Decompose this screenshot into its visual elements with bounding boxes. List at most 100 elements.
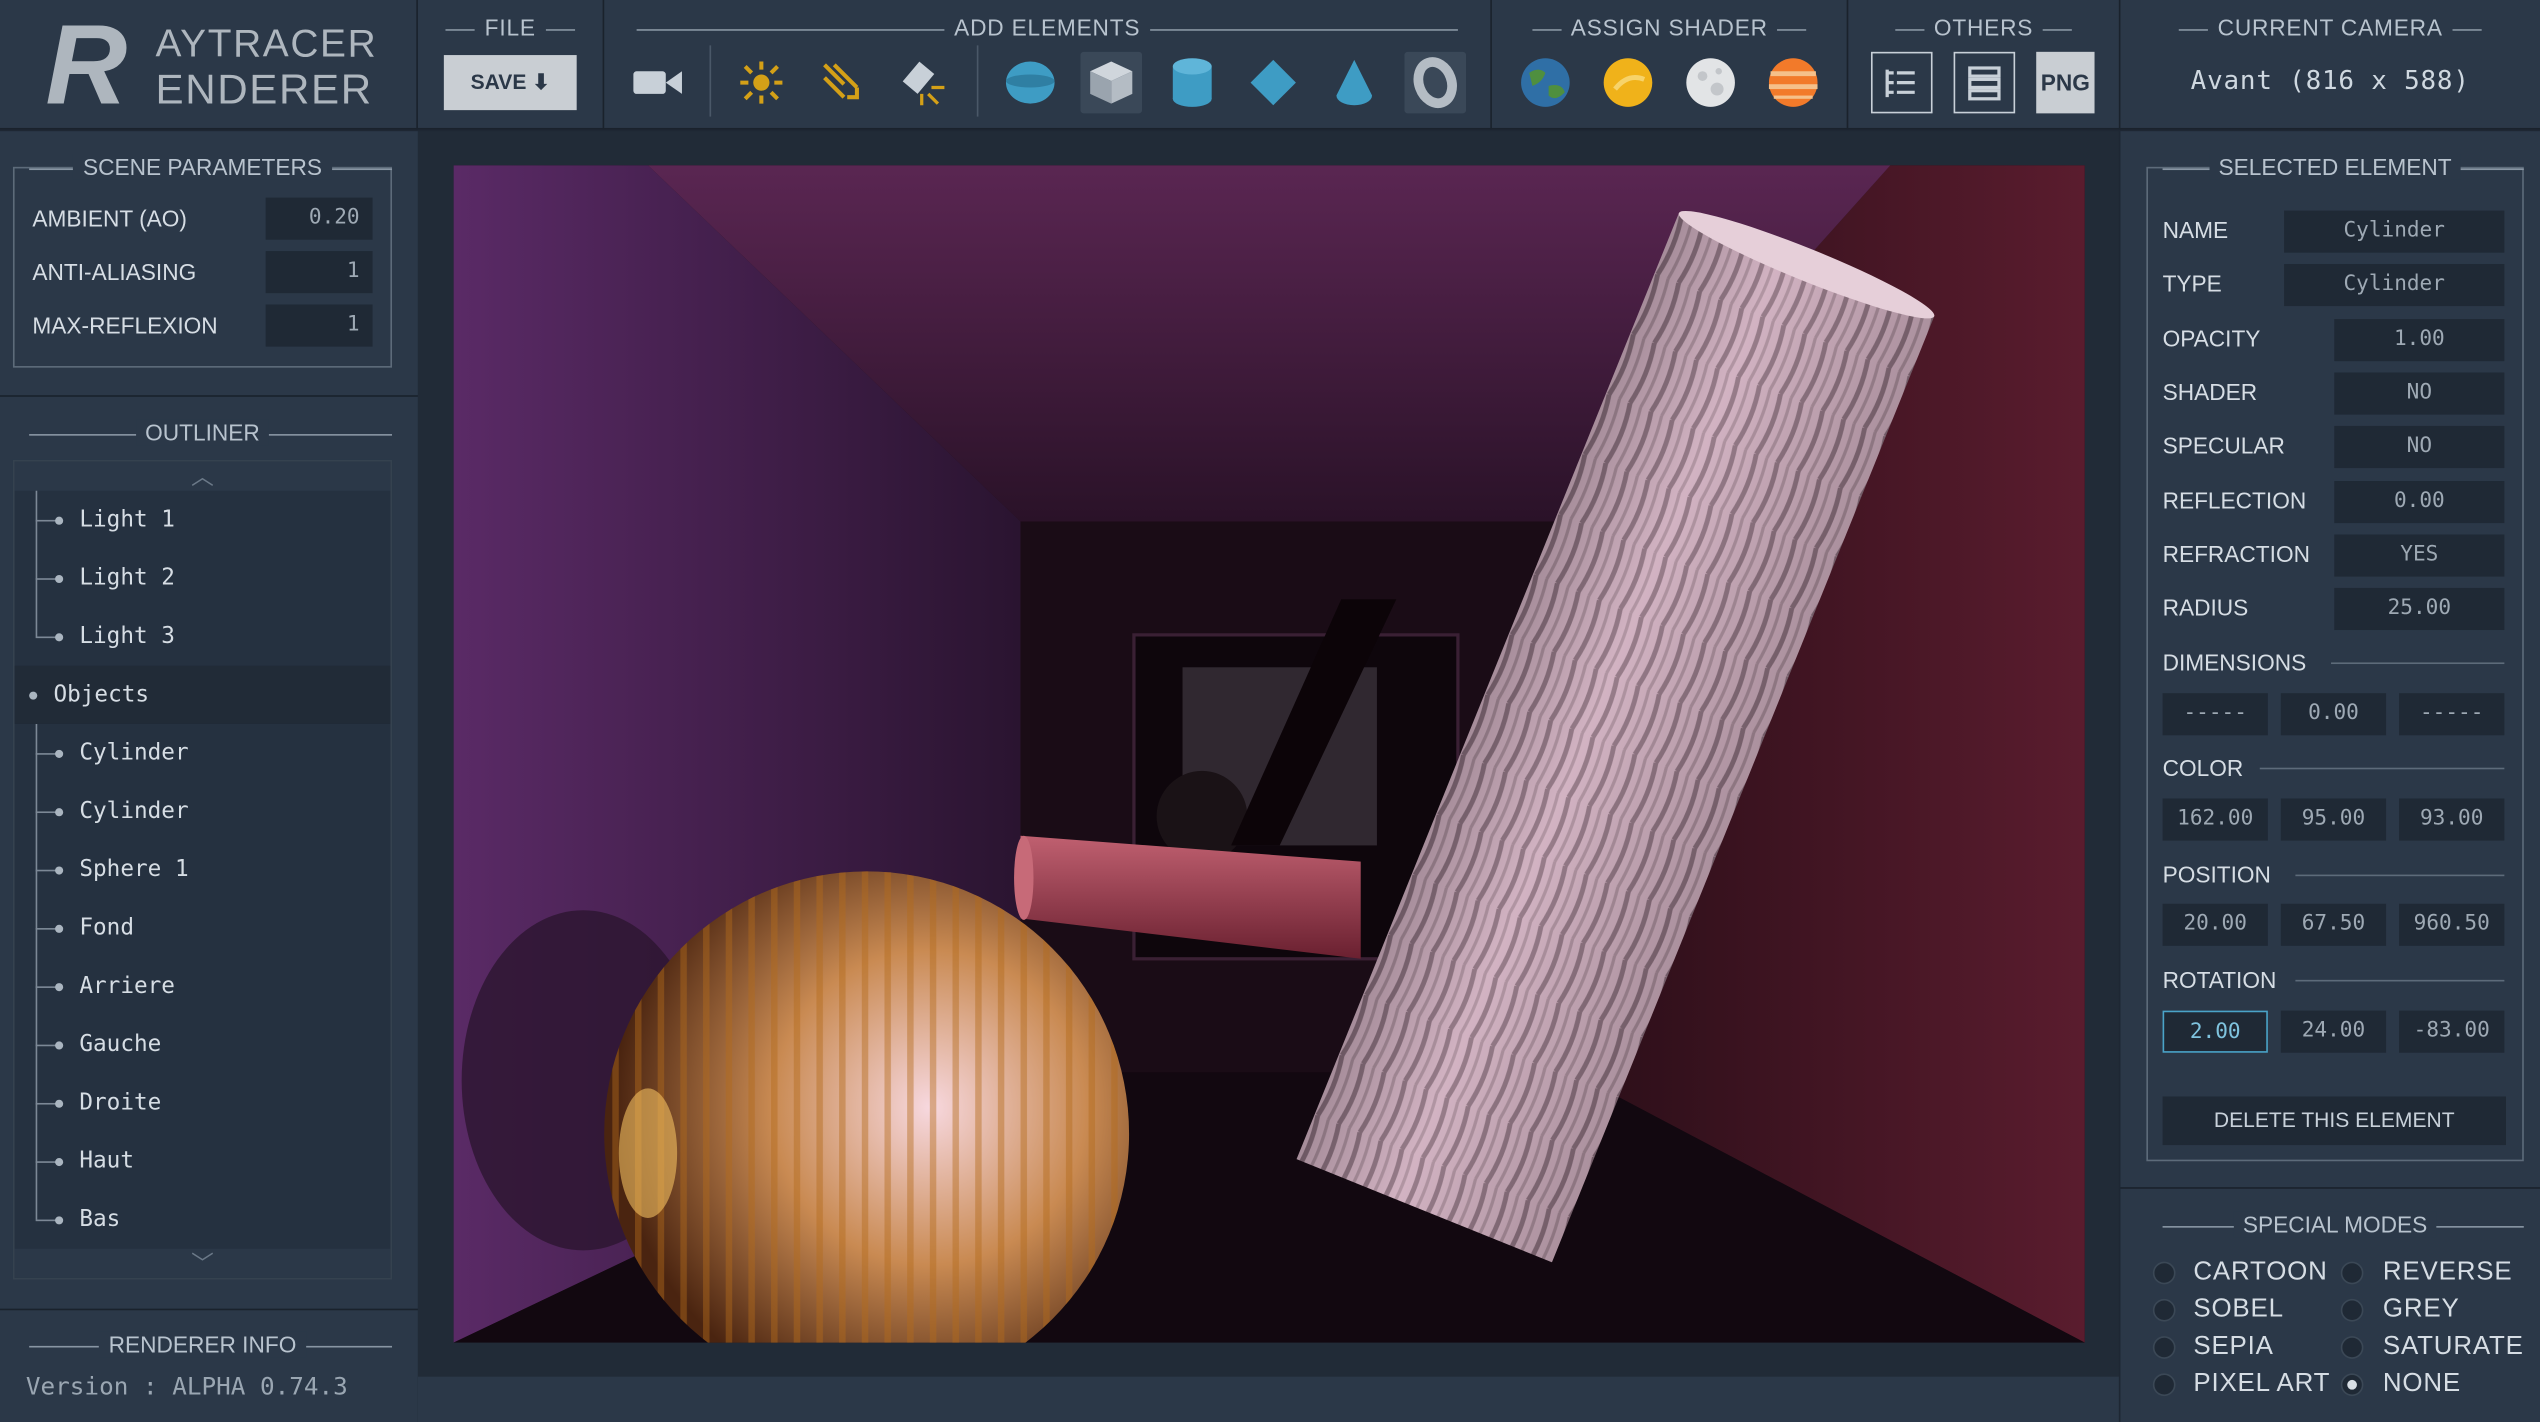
render-canvas[interactable]	[453, 165, 2085, 1343]
mode-none-radio[interactable]	[2340, 1373, 2364, 1397]
properties-toggle-icon[interactable]	[1953, 51, 2016, 114]
color-r-input[interactable]: 162.00	[2162, 798, 2268, 841]
download-icon: ⬇	[532, 69, 550, 94]
jupiter-shader-icon[interactable]	[1762, 52, 1824, 114]
mode-sobel-radio[interactable]	[2152, 1298, 2176, 1322]
max-reflexion-input[interactable]: 1	[265, 304, 373, 347]
reflection-label: REFLECTION	[2162, 487, 2307, 514]
outliner-item-light-3[interactable]: Light 3	[15, 607, 391, 665]
camera-select[interactable]: Avant (816 x 588)	[2120, 65, 2540, 96]
outliner-toggle-icon[interactable]	[1870, 51, 1933, 114]
png-export-button[interactable]: PNG	[2036, 51, 2095, 114]
dimension-z-input[interactable]: -----	[2399, 693, 2505, 736]
outliner-item-haut[interactable]: Haut	[15, 1132, 391, 1190]
version-text: Version : ALPHA 0.74.3	[25, 1371, 348, 1401]
radius-label: RADIUS	[2162, 594, 2249, 621]
outliner-title: OUTLINER	[13, 419, 393, 446]
add-plane-icon[interactable]	[999, 52, 1061, 114]
save-button[interactable]: SAVE ⬇	[443, 55, 577, 111]
specular-label: SPECULAR	[2162, 432, 2285, 459]
rotation-x-input[interactable]: 2.00	[2162, 1010, 2268, 1053]
others-title: OTHERS	[1848, 15, 2119, 41]
delete-element-button[interactable]: DELETE THIS ELEMENT	[2162, 1096, 2506, 1146]
dimension-x-input[interactable]: -----	[2162, 693, 2268, 736]
add-cone-icon[interactable]	[1323, 52, 1385, 114]
add-elements-title: ADD ELEMENTS	[604, 15, 1490, 41]
file-section: FILE SAVE ⬇	[418, 0, 605, 130]
add-spot-light-icon[interactable]	[893, 52, 955, 114]
add-cube-icon[interactable]	[1080, 51, 1143, 114]
earth-shader-icon[interactable]	[1515, 52, 1577, 114]
add-torus-icon[interactable]	[1404, 51, 1467, 114]
rotation-y-input[interactable]: 24.00	[2280, 1010, 2387, 1053]
name-input[interactable]: Cylinder	[2284, 210, 2505, 253]
outliner-item-cylinder-2[interactable]: Cylinder	[15, 782, 391, 840]
position-y-input[interactable]: 67.50	[2280, 903, 2387, 946]
type-field: Cylinder	[2284, 263, 2505, 307]
sun-shader-icon[interactable]	[1597, 52, 1659, 114]
position-label: POSITION	[2162, 861, 2271, 888]
scroll-up-icon[interactable]: ︿	[14, 461, 391, 491]
special-modes-title: SPECIAL MODES	[2146, 1211, 2524, 1238]
max-reflexion-row: MAX-REFLEXION 1	[32, 304, 373, 347]
rotation-z-input[interactable]: -83.00	[2399, 1010, 2505, 1053]
radius-input[interactable]: 25.00	[2334, 587, 2505, 631]
mode-sepia-radio[interactable]	[2152, 1336, 2176, 1359]
ambient-input[interactable]: 0.20	[265, 197, 373, 240]
add-elements-section: ADD ELEMENTS	[604, 0, 1492, 130]
outliner-item-light-1[interactable]: Light 1	[15, 491, 391, 549]
reflection-input[interactable]: 0.00	[2334, 481, 2505, 524]
selected-element-title: SELECTED ELEMENT	[2146, 153, 2524, 180]
top-toolbar: R AYTRACER ENDERER FILE SAVE ⬇ ADD ELEME…	[0, 0, 2540, 130]
antialiasing-input[interactable]: 1	[265, 251, 373, 294]
mode-sepia-label: SEPIA	[2193, 1332, 2274, 1361]
renderer-info-title: RENDERER INFO	[13, 1331, 393, 1358]
add-point-light-icon[interactable]	[731, 52, 793, 114]
logo-letter: R	[45, 1, 128, 128]
outliner-item-gauche[interactable]: Gauche	[15, 1015, 391, 1073]
mode-reverse-label: REVERSE	[2382, 1258, 2513, 1286]
dimension-y-input[interactable]: 0.00	[2280, 693, 2387, 736]
moon-shader-icon[interactable]	[1680, 52, 1742, 114]
outliner-item-droite[interactable]: Droite	[15, 1074, 391, 1132]
mode-grey-label: GREY	[2382, 1295, 2460, 1324]
outliner-item-arriere[interactable]: Arriere	[15, 957, 391, 1015]
outliner-item-cylinder-1[interactable]: Cylinder	[15, 724, 391, 782]
color-b-input[interactable]: 93.00	[2399, 798, 2505, 841]
name-label: NAME	[2162, 217, 2229, 243]
outliner-item-bas[interactable]: Bas	[15, 1190, 391, 1248]
outliner-item-light-2[interactable]: Light 2	[15, 549, 391, 607]
outliner-item-sphere-1[interactable]: Sphere 1	[15, 841, 391, 899]
right-panel: SELECTED ELEMENT NAME Cylinder TYPE Cyli…	[2120, 131, 2540, 1422]
add-diamond-icon[interactable]	[1242, 52, 1304, 114]
add-directional-light-icon[interactable]	[812, 52, 874, 114]
refraction-toggle[interactable]: YES	[2334, 534, 2505, 577]
camera-title: CURRENT CAMERA	[2120, 15, 2540, 41]
opacity-input[interactable]: 1.00	[2334, 319, 2505, 362]
mode-pixel-art-radio[interactable]	[2152, 1373, 2176, 1397]
mode-grey-radio[interactable]	[2340, 1298, 2364, 1322]
scroll-down-icon[interactable]: ﹀	[14, 1248, 391, 1278]
mode-saturate-radio[interactable]	[2340, 1336, 2364, 1359]
outliner-group-objects[interactable]: Objects	[14, 665, 391, 724]
mode-cartoon-radio[interactable]	[2152, 1261, 2176, 1285]
specular-toggle[interactable]: NO	[2334, 425, 2505, 469]
mode-pixel-art-label: PIXEL ART	[2193, 1370, 2331, 1398]
mode-reverse-radio[interactable]	[2340, 1261, 2364, 1285]
mode-saturate-label: SATURATE	[2382, 1332, 2524, 1361]
logo-line1: AYTRACER	[155, 22, 378, 67]
shader-toggle[interactable]: NO	[2334, 372, 2505, 415]
shader-label: SHADER	[2162, 378, 2258, 405]
position-z-input[interactable]: 960.50	[2399, 903, 2505, 946]
logo-section: R AYTRACER ENDERER	[0, 0, 418, 130]
left-panel: SCENE PARAMETERS AMBIENT (AO) 0.20 ANTI-…	[0, 131, 418, 1422]
dimensions-label: DIMENSIONS	[2162, 649, 2307, 676]
assign-shader-title: ASSIGN SHADER	[1492, 15, 1847, 41]
color-g-input[interactable]: 95.00	[2280, 798, 2387, 841]
add-camera-icon[interactable]	[627, 52, 689, 114]
add-cylinder-icon[interactable]	[1161, 52, 1223, 114]
outliner-item-fond[interactable]: Fond	[15, 899, 391, 957]
position-x-input[interactable]: 20.00	[2162, 903, 2268, 946]
render-viewport-area	[417, 131, 2119, 1422]
ambient-label: AMBIENT (AO)	[32, 205, 187, 232]
